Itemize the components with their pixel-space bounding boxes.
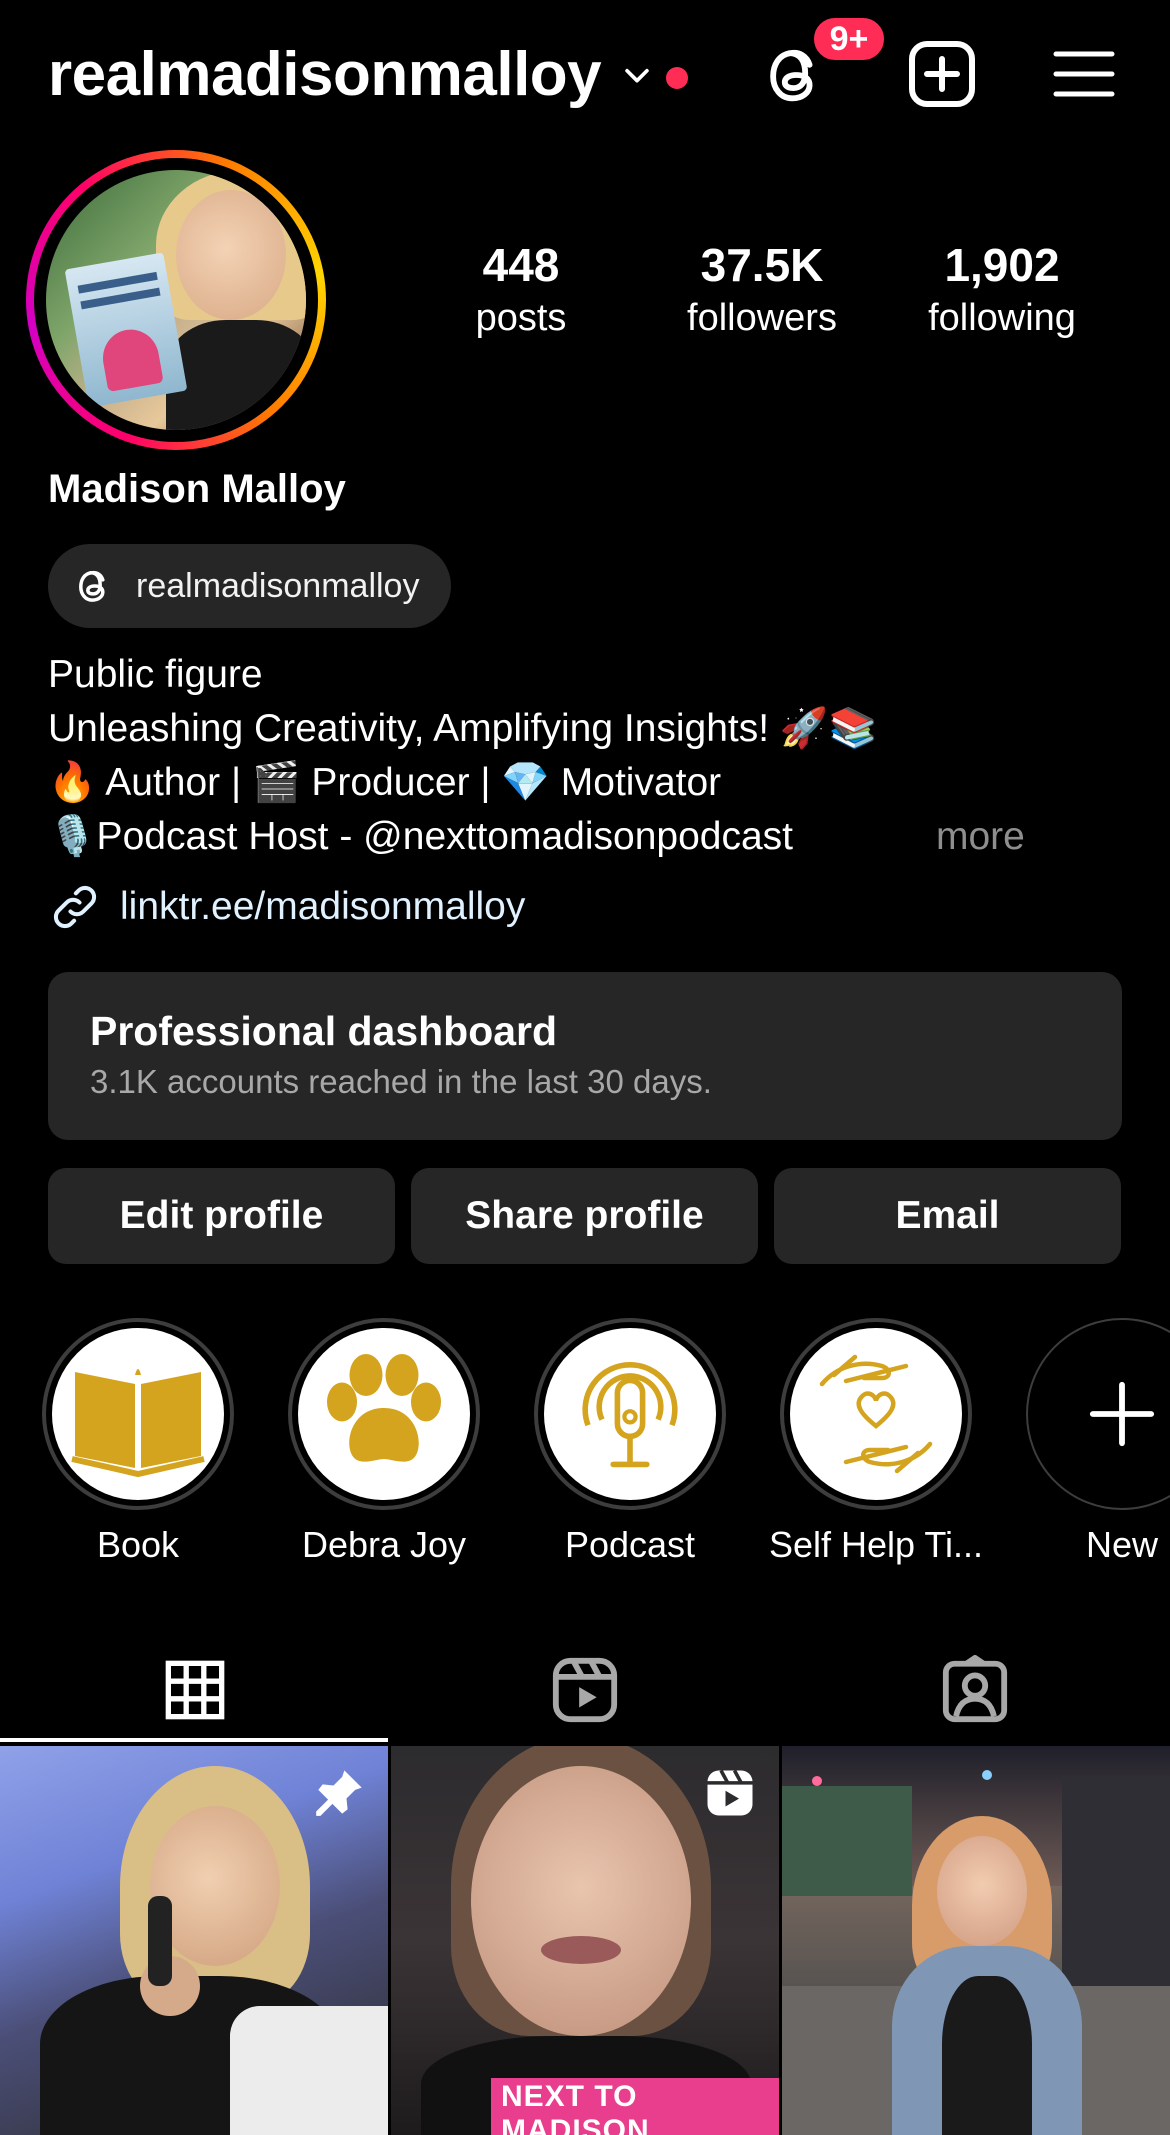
highlight-label: Debra Joy	[301, 1524, 467, 1565]
link-icon	[53, 885, 97, 929]
plus-icon	[1089, 1381, 1155, 1447]
edit-profile-button[interactable]: Edit profile	[48, 1168, 395, 1264]
post-thumbnail[interactable]	[782, 1746, 1170, 2135]
stat-label: followers	[687, 297, 837, 339]
stat-value: 37.5K	[700, 239, 824, 291]
highlight-label: Self Help Ti...	[768, 1524, 984, 1565]
highlight-self-help[interactable]: Self Help Ti...	[769, 1318, 983, 1568]
stat-label: posts	[475, 297, 567, 339]
stat-value: 448	[482, 239, 560, 291]
post-badge-text: NEXT TO MADISON	[491, 2078, 779, 2135]
post-thumbnail[interactable]: NEXT TO MADISON	[391, 1746, 779, 2135]
professional-dashboard-card[interactable]: Professional dashboard 3.1K accounts rea…	[48, 972, 1122, 1140]
active-tab-indicator	[0, 1738, 388, 1742]
book-icon	[71, 1369, 205, 1478]
posts-count[interactable]: 448 posts	[421, 238, 621, 344]
bio-line[interactable]: 🎙️Podcast Host - @nexttomadisonpodcast	[48, 810, 793, 864]
tagged-icon	[942, 1655, 1008, 1723]
hands-heart-icon	[819, 1354, 933, 1474]
highlight-label: New	[1085, 1524, 1159, 1565]
bio-more-link[interactable]: more	[936, 810, 1025, 864]
microphone-icon	[582, 1362, 678, 1468]
followers-count[interactable]: 37.5K followers	[662, 238, 862, 344]
tab-reels[interactable]	[390, 1640, 780, 1740]
stat-label: following	[928, 297, 1076, 339]
profile-photo	[46, 170, 306, 430]
threads-icon	[79, 570, 105, 602]
highlight-podcast[interactable]: Podcast	[534, 1318, 726, 1568]
reels-icon	[552, 1657, 618, 1723]
stat-value: 1,902	[944, 239, 1060, 291]
dashboard-subtitle: 3.1K accounts reached in the last 30 day…	[90, 1063, 712, 1100]
following-count[interactable]: 1,902 following	[902, 238, 1102, 344]
highlight-debra-joy[interactable]: Debra Joy	[288, 1318, 480, 1568]
threads-handle: realmadisonmalloy	[136, 566, 420, 605]
grid-icon	[165, 1660, 225, 1720]
paw-icon	[327, 1354, 441, 1462]
notification-badge: 9+	[810, 14, 888, 64]
profile-full-name: Madison Malloy	[48, 467, 346, 511]
share-profile-button[interactable]: Share profile	[411, 1168, 758, 1264]
bio-line: Unleashing Creativity, Amplifying Insigh…	[48, 707, 878, 750]
bio-category: Public figure	[48, 653, 263, 696]
avatar[interactable]	[26, 150, 326, 450]
highlight-label: Book	[96, 1524, 180, 1565]
highlight-new[interactable]: New	[1026, 1318, 1170, 1568]
bio-line: 🔥 Author | 🎬 Producer | 💎 Motivator	[48, 761, 722, 804]
profile-username[interactable]: realmadisonmalloy	[48, 40, 602, 110]
reels-icon	[707, 1769, 753, 1816]
threads-profile-button[interactable]: realmadisonmalloy	[48, 544, 452, 628]
menu-icon[interactable]	[1052, 48, 1116, 100]
tab-tagged[interactable]	[780, 1640, 1170, 1740]
post-thumbnail[interactable]	[0, 1746, 388, 2135]
pin-icon	[316, 1770, 362, 1816]
highlight-book[interactable]: Book	[42, 1318, 234, 1568]
profile-link[interactable]: linktr.ee/madisonmalloy	[48, 880, 525, 934]
profile-link-text: linktr.ee/madisonmalloy	[120, 885, 526, 928]
highlight-label: Podcast	[564, 1524, 696, 1565]
unread-dot	[666, 67, 688, 89]
tab-grid[interactable]	[0, 1640, 390, 1740]
chevron-down-icon[interactable]	[620, 58, 654, 92]
dashboard-title: Professional dashboard	[90, 1008, 558, 1054]
email-button[interactable]: Email	[774, 1168, 1121, 1264]
create-post-icon[interactable]	[906, 38, 978, 110]
